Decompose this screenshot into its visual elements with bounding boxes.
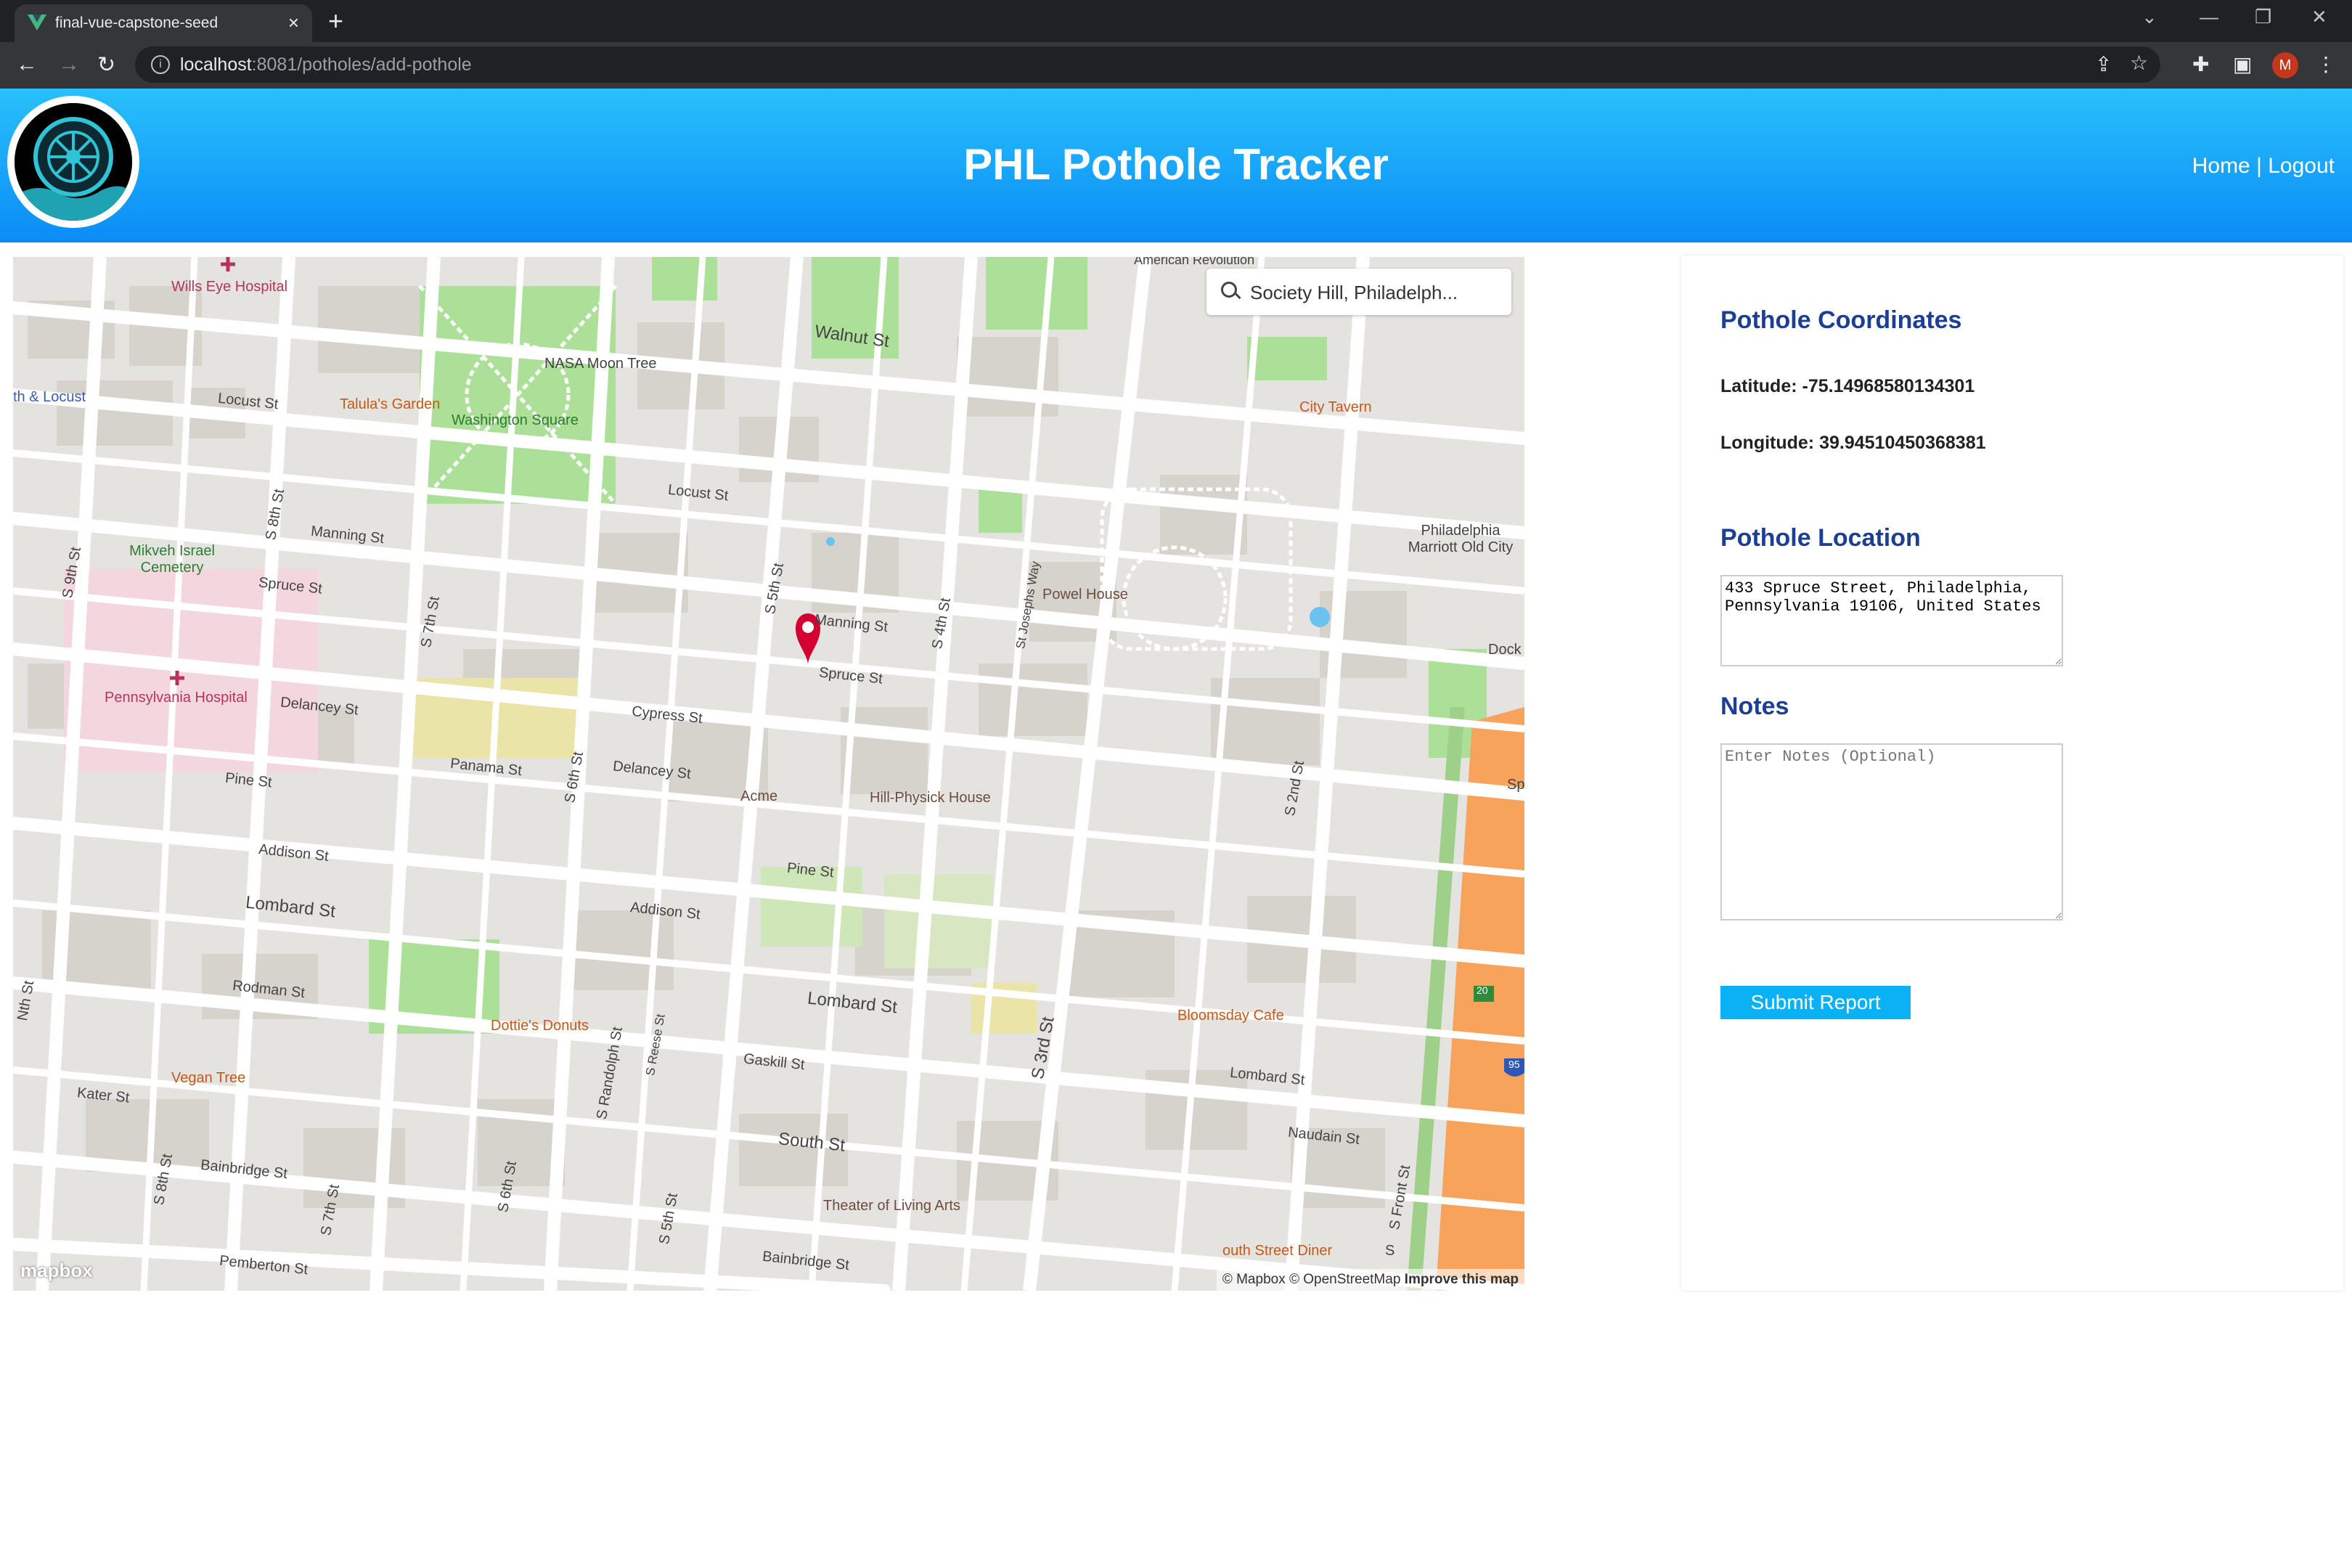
- app-header: PHL Pothole Tracker Home | Logout: [0, 89, 2352, 242]
- longitude-readout: Longitude: 39.94510450368381: [1720, 433, 1986, 453]
- bookmark-star-icon[interactable]: ☆: [2130, 51, 2148, 75]
- map-label: S: [1385, 1243, 1395, 1259]
- nav-separator: |: [2256, 154, 2262, 178]
- nav-home-link[interactable]: Home: [2192, 154, 2250, 178]
- map-label: Wills Eye Hospital: [171, 279, 288, 295]
- map-label: Dottie's Donuts: [491, 1018, 589, 1034]
- submit-report-button[interactable]: Submit Report: [1720, 986, 1911, 1019]
- map-label: th & Locust: [13, 389, 86, 405]
- map-view[interactable]: Wills Eye Hospital American Revolution W…: [13, 257, 1524, 1291]
- reload-icon[interactable]: ↻: [97, 52, 115, 78]
- close-window-icon[interactable]: ✕: [2311, 6, 2327, 28]
- interstate-95-shield-icon: 95: [1508, 1058, 1520, 1070]
- map-label: Talula's Garden: [340, 396, 441, 412]
- coordinates-heading: Pothole Coordinates: [1720, 306, 1962, 334]
- url-text: localhost:8081/potholes/add-pothole: [180, 54, 472, 75]
- browser-toolbar: ← → ↻ i localhost:8081/potholes/add-poth…: [0, 42, 2352, 89]
- map-attribution: © Mapbox © OpenStreetMap Improve this ma…: [1216, 1269, 1524, 1291]
- top-nav: Home | Logout: [2192, 154, 2335, 179]
- map-label: Philadelphia Marriott Old City: [1408, 523, 1514, 555]
- map-label: Vegan Tree: [171, 1070, 246, 1086]
- new-tab-icon[interactable]: +: [328, 6, 343, 36]
- restore-icon[interactable]: ❐: [2255, 6, 2271, 28]
- browser-tab-bar: final-vue-capstone-seed × + ⌄ — ❐ ✕: [0, 0, 2352, 42]
- map-label: Bloomsday Cafe: [1177, 1008, 1284, 1024]
- profile-avatar[interactable]: M: [2272, 52, 2298, 78]
- pothole-report-form: Pothole Coordinates Latitude: -75.149685…: [1681, 256, 2343, 1291]
- minimize-icon[interactable]: —: [2200, 6, 2218, 28]
- browser-tab[interactable]: final-vue-capstone-seed ×: [15, 4, 312, 42]
- nav-logout-link[interactable]: Logout: [2268, 154, 2335, 178]
- map-geocoder-search[interactable]: [1206, 269, 1511, 315]
- tab-search-icon[interactable]: ⌄: [2141, 6, 2157, 28]
- forward-icon[interactable]: →: [58, 52, 80, 77]
- latitude-readout: Latitude: -75.14968580134301: [1720, 376, 1975, 396]
- location-textarea[interactable]: 433 Spruce Street, Philadelphia, Pennsyl…: [1720, 575, 2063, 666]
- map-label: Pennsylvania Hospital: [105, 690, 248, 706]
- location-heading: Pothole Location: [1720, 524, 1921, 552]
- extensions-icon[interactable]: ✚: [2192, 52, 2209, 76]
- map-label: Washington Square: [452, 412, 579, 428]
- address-bar[interactable]: i localhost:8081/potholes/add-pothole ⇪ …: [135, 46, 2160, 83]
- vue-favicon-icon: [28, 15, 46, 30]
- map-label: Powel House: [1042, 587, 1128, 603]
- map-label: NASA Moon Tree: [544, 356, 657, 372]
- map-search-input[interactable]: [1249, 277, 1498, 308]
- map-label: Mikveh Israel Cemetery: [129, 543, 215, 576]
- map-label: outh Street Diner: [1222, 1243, 1333, 1259]
- notes-textarea[interactable]: [1720, 743, 2063, 920]
- share-icon[interactable]: ⇪: [2095, 52, 2112, 76]
- attribution-text: © Mapbox © OpenStreetMap: [1222, 1272, 1401, 1287]
- map-label: City Tavern: [1299, 399, 1372, 415]
- tab-title: final-vue-capstone-seed: [55, 15, 219, 31]
- site-info-icon[interactable]: i: [151, 55, 170, 74]
- back-icon[interactable]: ←: [16, 52, 38, 77]
- route-20-shield-icon: 20: [1477, 984, 1488, 996]
- improve-map-link[interactable]: Improve this map: [1405, 1272, 1519, 1287]
- side-panel-icon[interactable]: ▣: [2233, 52, 2252, 76]
- menu-kebab-icon[interactable]: ⋮: [2316, 52, 2336, 76]
- mapbox-logo[interactable]: mapbox: [20, 1259, 93, 1282]
- page-title: PHL Pothole Tracker: [963, 140, 1389, 189]
- map-label: Dock: [1488, 642, 1522, 658]
- map-label: Hill-Physick House: [870, 790, 991, 806]
- map-label: Acme: [740, 788, 778, 804]
- notes-heading: Notes: [1720, 693, 1789, 720]
- map-label: American Revolution: [1134, 257, 1255, 267]
- search-icon: [1221, 282, 1237, 298]
- close-tab-icon[interactable]: ×: [288, 12, 299, 34]
- map-label: Theater of Living Arts: [823, 1198, 960, 1214]
- map-label: Sp: [1507, 777, 1524, 793]
